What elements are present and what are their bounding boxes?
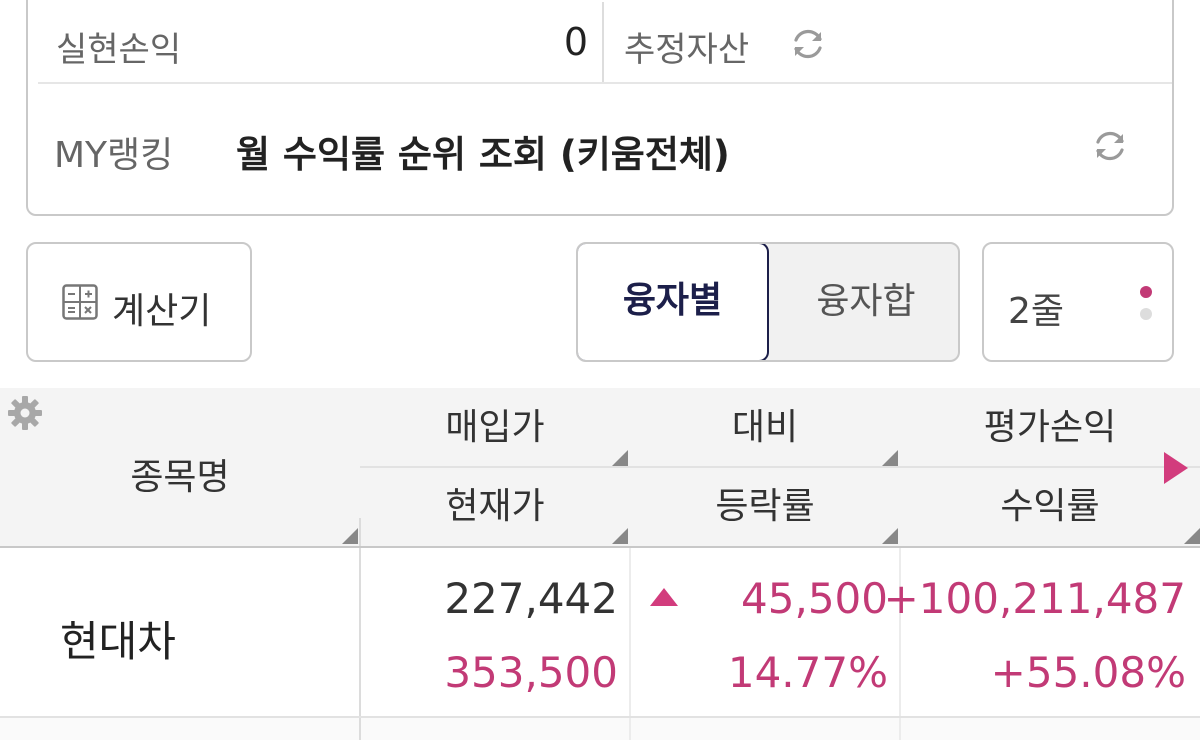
calculator-button[interactable]: 계산기 xyxy=(26,242,252,362)
sort-corner-icon xyxy=(882,450,898,466)
page-dot-active xyxy=(1140,286,1152,298)
column-header-eval-pl[interactable]: 평가손익 xyxy=(900,388,1200,467)
stock-name: 현대차 xyxy=(60,617,176,666)
refresh-icon[interactable] xyxy=(788,24,828,64)
calculator-label: 계산기 xyxy=(112,291,212,332)
tab-by-loan[interactable]: 융자별 xyxy=(578,244,769,360)
account-summary-card: 실현손익 0 추정자산 MY랭킹 월 수익률 순위 조회 (키움전체) xyxy=(26,0,1174,216)
row-col-divider xyxy=(899,718,901,740)
change-value: 45,500 xyxy=(741,574,888,623)
loan-view-segmented-control: 융자합 융자별 xyxy=(576,242,960,362)
page-dot xyxy=(1140,308,1152,320)
column-header-name-label: 종목명 xyxy=(130,457,230,498)
table-row[interactable] xyxy=(0,718,1200,740)
holdings-table-header: 종목명 매입가 현재가 대비 등락률 평가손익 수익률 xyxy=(0,388,1200,546)
realized-pl-label: 실현손익 xyxy=(56,30,182,70)
realized-pl-value: 0 xyxy=(563,20,588,64)
sort-corner-icon xyxy=(1184,528,1200,544)
sort-corner-icon xyxy=(612,450,628,466)
column-header-name[interactable]: 종목명 xyxy=(0,388,360,546)
monthly-return-ranking-link[interactable]: 월 수익률 순위 조회 (키움전체) xyxy=(236,124,730,178)
next-columns-arrow-icon[interactable] xyxy=(1164,452,1188,484)
row-col-divider xyxy=(359,548,361,718)
row-col-divider xyxy=(359,718,361,740)
my-ranking-label: MY랭킹 xyxy=(54,135,174,176)
header-col-divider xyxy=(359,518,361,546)
refresh-icon[interactable] xyxy=(1090,126,1130,166)
purchase-price-value: 227,442 xyxy=(444,574,618,623)
column-header-purchase-price[interactable]: 매입가 xyxy=(360,388,630,467)
row-lines-toggle[interactable]: 2줄 xyxy=(982,242,1174,362)
table-row[interactable]: 현대차 227,442 353,500 45,500 14.77% +100,2… xyxy=(0,548,1200,718)
tab-loan-sum[interactable]: 융자합 xyxy=(770,244,958,360)
current-price-value: 353,500 xyxy=(444,648,618,697)
row-col-divider xyxy=(629,548,631,718)
change-rate-value: 14.77% xyxy=(727,648,888,697)
row-col-divider xyxy=(629,718,631,740)
column-header-change[interactable]: 대비 xyxy=(630,388,900,467)
column-header-return-rate[interactable]: 수익률 xyxy=(900,467,1200,546)
return-rate-value: +55.08% xyxy=(990,648,1186,697)
eval-pl-value: +100,211,487 xyxy=(883,574,1186,623)
up-triangle-icon xyxy=(650,588,678,606)
summary-row-pl: 실현손익 0 추정자산 xyxy=(28,2,1172,82)
column-header-change-rate[interactable]: 등락률 xyxy=(630,467,900,546)
sort-corner-icon xyxy=(612,528,628,544)
sort-corner-icon xyxy=(882,528,898,544)
gear-icon[interactable] xyxy=(6,394,44,432)
sort-corner-icon xyxy=(342,528,358,544)
summary-row-ranking[interactable]: MY랭킹 월 수익률 순위 조회 (키움전체) xyxy=(28,84,1172,214)
calculator-icon xyxy=(62,284,98,320)
row-lines-label: 2줄 xyxy=(1008,291,1065,332)
summary-divider xyxy=(602,2,604,82)
header-row-divider xyxy=(360,466,1200,468)
column-header-current-price[interactable]: 현재가 xyxy=(360,467,630,546)
estimated-assets-label: 추정자산 xyxy=(624,30,750,70)
